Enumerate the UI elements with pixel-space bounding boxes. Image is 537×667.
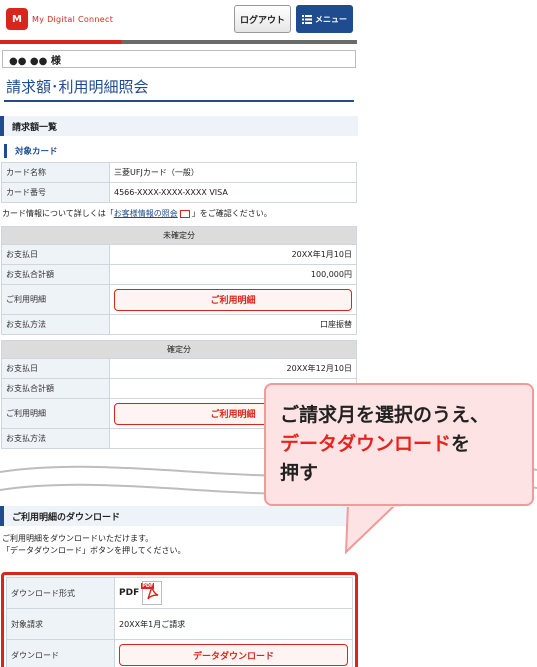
table-row: カード番号 4566-XXXX-XXXX-XXXX VISA [1, 182, 357, 203]
total-label: お支払合計額 [1, 264, 110, 285]
method-label: お支払方法 [1, 314, 110, 335]
logout-button[interactable]: ログアウト [234, 5, 291, 33]
download-table: ダウンロード形式 PDF PDF 対象請求 20XX年1月ご請求 ダウンロード … [6, 577, 353, 667]
logo[interactable]: M My Digital Connect [6, 8, 113, 30]
method-value: 口座振替 [109, 314, 357, 335]
note-prefix: カード情報について詳しくは「 [2, 209, 114, 218]
menu-button[interactable]: メニュー [296, 5, 353, 33]
pdf-file-icon: PDF [141, 581, 163, 605]
callout-line3: 押す [280, 462, 319, 484]
pdf-tag: PDF [141, 583, 155, 589]
detail-label: ご利用明細 [1, 398, 110, 429]
logo-text: My Digital Connect [32, 14, 114, 24]
download-text-line1: ご利用明細をダウンロードいただけます。 [2, 534, 154, 543]
action-label: ダウンロード [6, 639, 115, 667]
billing-section-header: 請求額一覧 [0, 116, 358, 136]
pay-date-label: お支払日 [1, 244, 110, 265]
hamburger-icon [302, 14, 312, 24]
callout-line2: データダウンロードを [280, 430, 532, 459]
table-row: ご利用明細 ご利用明細 [1, 284, 357, 315]
customer-info-link[interactable]: お客様情報の照会 [114, 209, 178, 218]
pay-date-value: 20XX年12月10日 [109, 358, 357, 379]
method-label: お支払方法 [1, 428, 110, 449]
table-row: ダウンロード データダウンロード [6, 639, 353, 667]
download-text-line2: 「データダウンロード」ボタンを押してください。 [2, 546, 186, 555]
pc-icon [179, 209, 190, 218]
note-suffix: 」をご確認ください。 [191, 209, 272, 218]
callout-highlight: データダウンロード [280, 433, 452, 455]
table-row: お支払方法 口座振替 [1, 314, 357, 335]
unconfirmed-table: 未確定分 お支払日 20XX年1月10日 お支払合計額 100,000円 ご利用… [1, 226, 357, 335]
action-cell: データダウンロード [114, 639, 353, 667]
callout-line1: ご請求月を選択のうえ、 [280, 404, 490, 426]
page-title: 請求額･利用明細照会 [4, 76, 354, 102]
callout-tail [342, 504, 402, 555]
table-row: 対象請求 20XX年1月ご請求 [6, 608, 353, 640]
target-value[interactable]: 20XX年1月ご請求 [114, 608, 353, 640]
table-row: 未確定分 [1, 226, 357, 245]
pay-date-value: 20XX年1月10日 [109, 244, 357, 265]
table-row: 確定分 [1, 340, 357, 359]
card-name-label: カード名称 [1, 162, 110, 183]
detail-label: ご利用明細 [1, 284, 110, 315]
logo-mark: M [6, 8, 28, 30]
card-info-table: カード名称 三菱UFJカード（一般） カード番号 4566-XXXX-XXXX-… [1, 162, 357, 203]
user-name: ●● ●● 様 [2, 50, 356, 68]
detail-cell: ご利用明細 [109, 284, 357, 315]
pay-date-label: お支払日 [1, 358, 110, 379]
download-highlight-box: ダウンロード形式 PDF PDF 対象請求 20XX年1月ご請求 ダウンロード … [1, 572, 358, 667]
menu-label: メニュー [315, 14, 347, 24]
unconfirmed-detail-button[interactable]: ご利用明細 [114, 288, 352, 311]
total-value: 100,000円 [109, 264, 357, 285]
table-row: お支払日 20XX年12月10日 [1, 358, 357, 379]
table-row: お支払合計額 100,000円 [1, 264, 357, 285]
app-header: M My Digital Connect ログアウト メニュー [0, 0, 537, 44]
table-row: ダウンロード形式 PDF PDF [6, 577, 353, 609]
unconfirmed-caption: 未確定分 [1, 226, 357, 245]
target-label: 対象請求 [6, 608, 115, 640]
format-cell: PDF PDF [114, 577, 353, 609]
download-section: ご利用明細のダウンロード ご利用明細をダウンロードいただけます。 「データダウン… [0, 506, 358, 667]
card-number-value: 4566-XXXX-XXXX-XXXX VISA [109, 182, 357, 203]
data-download-button[interactable]: データダウンロード [119, 644, 348, 666]
format-text: PDF [119, 588, 140, 598]
download-section-header: ご利用明細のダウンロード [0, 506, 358, 526]
confirmed-caption: 確定分 [1, 340, 357, 359]
card-name-value: 三菱UFJカード（一般） [109, 162, 357, 183]
card-number-label: カード番号 [1, 182, 110, 203]
table-row: カード名称 三菱UFJカード（一般） [1, 162, 357, 183]
total-label: お支払合計額 [1, 378, 110, 399]
download-description: ご利用明細をダウンロードいただけます。 「データダウンロード」ボタンを押してくだ… [2, 533, 358, 557]
table-row: お支払日 20XX年1月10日 [1, 244, 357, 265]
card-info-note: カード情報について詳しくは「お客様情報の照会 」をご確認ください。 [2, 208, 358, 219]
instruction-callout: ご請求月を選択のうえ、 データダウンロードを 押す [264, 383, 534, 506]
format-label: ダウンロード形式 [6, 577, 115, 609]
card-subsection-header: 対象カード [4, 144, 358, 158]
format-value: PDF PDF [119, 581, 348, 605]
callout-line2-rest: を [451, 433, 471, 455]
